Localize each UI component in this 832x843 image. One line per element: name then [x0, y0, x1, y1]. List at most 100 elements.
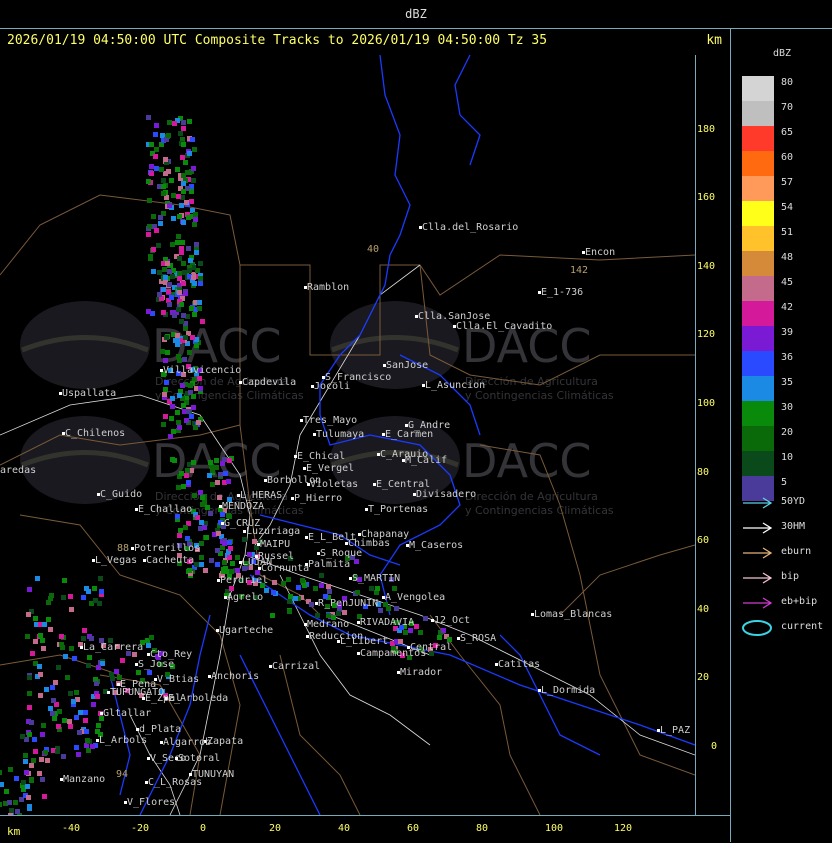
- radar-echo-pixel: [151, 214, 156, 219]
- legend-swatch: [742, 326, 774, 351]
- legend-value: 10: [781, 452, 794, 463]
- track-legend-label: eburn: [781, 546, 812, 557]
- radar-echo-pixel: [208, 511, 213, 516]
- x-tick-label: 40: [338, 823, 351, 834]
- radar-echo-pixel: [23, 759, 28, 764]
- legend-value: 45: [781, 277, 794, 288]
- radar-echo-pixel: [181, 120, 186, 125]
- radar-echo-pixel: [214, 465, 219, 470]
- radar-echo-pixel: [286, 577, 291, 582]
- radar-echo-pixel: [69, 646, 74, 651]
- radar-map[interactable]: DACC Dirección de Agricultura y Contingenc…: [0, 55, 695, 815]
- track-arrow-icon: [743, 497, 773, 509]
- radar-echo-pixel: [167, 203, 172, 208]
- x-tick-label: 100: [545, 823, 564, 834]
- radar-echo-pixel: [38, 672, 43, 677]
- border-line: [559, 544, 695, 616]
- radar-echo-pixel: [147, 198, 152, 203]
- radar-echo-pixel: [29, 763, 34, 768]
- radar-echo-pixel: [45, 758, 50, 763]
- radar-echo-pixel: [200, 495, 205, 500]
- radar-echo-pixel: [95, 694, 100, 699]
- radar-echo-pixel: [315, 613, 320, 618]
- radar-echo-pixel: [408, 628, 413, 633]
- radar-echo-pixel: [179, 203, 184, 208]
- radar-echo-pixel: [190, 335, 195, 340]
- radar-echo-pixel: [184, 473, 189, 478]
- radar-echo-pixel: [176, 194, 181, 199]
- legend-swatch: [742, 76, 774, 101]
- radar-echo-pixel: [175, 333, 180, 338]
- radar-echo-pixel: [194, 250, 199, 255]
- radar-echo-pixel: [176, 420, 181, 425]
- radar-echo-pixel: [215, 480, 220, 485]
- radar-echo-pixel: [55, 749, 60, 754]
- radar-echo-pixel: [67, 719, 72, 724]
- radar-echo-pixel: [24, 770, 29, 775]
- place-label: E_1-736: [541, 287, 583, 298]
- radar-echo-pixel: [178, 528, 183, 533]
- x-tick-label: 60: [407, 823, 420, 834]
- radar-echo-pixel: [185, 170, 190, 175]
- radar-echo-pixel: [181, 261, 186, 266]
- radar-echo-pixel: [96, 723, 101, 728]
- radar-echo-pixel: [158, 221, 163, 226]
- place-label: Capdevila: [242, 377, 296, 388]
- radar-echo-pixel: [172, 121, 177, 126]
- radar-echo-pixel: [154, 123, 159, 128]
- radar-echo-pixel: [319, 573, 324, 578]
- legend-swatch: [742, 176, 774, 201]
- place-label: Manzano: [63, 774, 105, 785]
- radar-echo-pixel: [59, 642, 64, 647]
- radar-echo-pixel: [177, 276, 182, 281]
- radar-echo-pixel: [229, 586, 234, 591]
- radar-echo-pixel: [178, 131, 183, 136]
- radar-echo-pixel: [114, 669, 119, 674]
- radar-echo-pixel: [398, 639, 403, 644]
- y-tick-label: 40: [697, 603, 710, 615]
- radar-echo-pixel: [171, 429, 176, 434]
- radar-echo-pixel: [95, 729, 100, 734]
- place-label: Gltallar: [103, 708, 151, 719]
- radar-echo-pixel: [26, 612, 31, 617]
- radar-echo-pixel: [69, 607, 74, 612]
- radar-echo-pixel: [33, 639, 38, 644]
- radar-echo-pixel: [161, 310, 166, 315]
- radar-echo-pixel: [26, 795, 31, 800]
- radar-echo-pixel: [375, 586, 380, 591]
- radar-echo-pixel: [157, 292, 162, 297]
- radar-echo-pixel: [197, 306, 202, 311]
- place-label: Violetas: [310, 479, 358, 490]
- radar-echo-pixel: [51, 698, 56, 703]
- radar-echo-pixel: [181, 281, 186, 286]
- dbz-legend: dBZ 80 70 65 60 57 54 51 48 45 42 39 36 35 30 20 10 5 50…: [730, 28, 832, 842]
- radar-echo-pixel: [40, 638, 45, 643]
- radar-echo-pixel: [194, 242, 199, 247]
- radar-echo-pixel: [165, 350, 170, 355]
- radar-echo-pixel: [181, 189, 186, 194]
- radar-echo-pixel: [200, 319, 205, 324]
- place-label: Cornunta: [261, 563, 309, 574]
- radar-echo-pixel: [99, 589, 104, 594]
- place-label: S_ROSA: [460, 633, 496, 644]
- radar-echo-pixel: [189, 414, 194, 419]
- place-label: Potrerillos: [134, 543, 200, 554]
- radar-echo-pixel: [68, 594, 73, 599]
- y-tick-label: 20: [697, 672, 710, 684]
- place-label: Sotoral: [178, 753, 220, 764]
- radar-echo-pixel: [71, 699, 76, 704]
- radar-echo-pixel: [185, 536, 190, 541]
- dacc-watermark: DACC Dirección de Agriculturay Contingenc…: [330, 416, 614, 517]
- radar-echo-pixel: [177, 358, 182, 363]
- radar-echo-pixel: [441, 628, 446, 633]
- radar-echo-pixel: [147, 224, 152, 229]
- radar-echo-pixel: [86, 663, 91, 668]
- radar-echo-pixel: [177, 271, 182, 276]
- radar-echo-pixel: [288, 594, 293, 599]
- place-label: S_Roque: [320, 548, 362, 559]
- place-label: 12_Oct: [434, 615, 470, 626]
- radar-echo-pixel: [46, 600, 51, 605]
- place-label: L_PAZ: [660, 725, 690, 736]
- radar-echo-pixel: [41, 646, 46, 651]
- border-line: [0, 194, 241, 276]
